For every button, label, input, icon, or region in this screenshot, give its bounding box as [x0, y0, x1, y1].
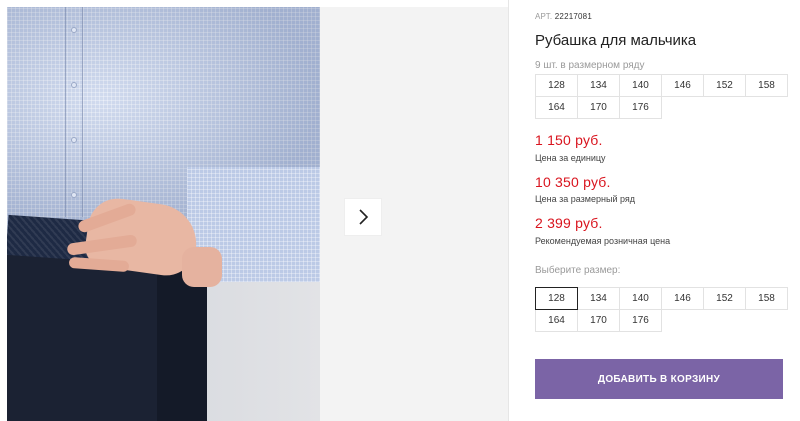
divider	[508, 0, 509, 421]
size-option[interactable]: 152	[703, 287, 746, 310]
choose-size-label: Выберите размер:	[535, 265, 621, 276]
unit-price-label: Цена за единицу	[535, 153, 606, 163]
next-image-button[interactable]	[344, 198, 382, 236]
size-option-selected[interactable]: 128	[535, 287, 578, 310]
size-row-cell: 158	[745, 74, 788, 97]
size-option[interactable]: 140	[619, 287, 662, 310]
chevron-right-icon	[359, 209, 369, 225]
product-title: Рубашка для мальчика	[535, 32, 697, 49]
size-row-grid: 128 134 140 146 152 158 164 170 176	[535, 74, 788, 119]
product-gallery	[0, 0, 508, 421]
article-label: АРТ.	[535, 12, 553, 21]
retail-price: 2 399 руб.	[535, 215, 603, 231]
retail-price-label: Рекомендуемая розничная цена	[535, 236, 671, 246]
unit-price: 1 150 руб.	[535, 132, 603, 148]
product-photo	[7, 7, 320, 421]
size-row-cell: 170	[577, 96, 620, 119]
size-row-cell: 140	[619, 74, 662, 97]
size-row-cell: 128	[535, 74, 578, 97]
article-number: АРТ. 22217081	[535, 12, 592, 21]
size-option[interactable]: 134	[577, 287, 620, 310]
size-option[interactable]: 170	[577, 309, 620, 332]
row-price: 10 350 руб.	[535, 174, 611, 190]
size-option[interactable]: 146	[661, 287, 704, 310]
row-count-text: 9 шт. в размерном ряду	[535, 60, 645, 71]
row-price-label: Цена за размерный ряд	[535, 194, 636, 204]
size-row-cell: 134	[577, 74, 620, 97]
article-value: 22217081	[554, 12, 592, 21]
add-to-cart-button[interactable]: ДОБАВИТЬ В КОРЗИНУ	[535, 359, 783, 399]
size-row-cell: 152	[703, 74, 746, 97]
size-row-cell: 164	[535, 96, 578, 119]
size-option[interactable]: 176	[619, 309, 662, 332]
size-selector: 128 134 140 146 152 158 164 170 176	[535, 287, 788, 332]
size-row-cell: 176	[619, 96, 662, 119]
size-option[interactable]: 164	[535, 309, 578, 332]
size-option[interactable]: 158	[745, 287, 788, 310]
size-row-cell: 146	[661, 74, 704, 97]
